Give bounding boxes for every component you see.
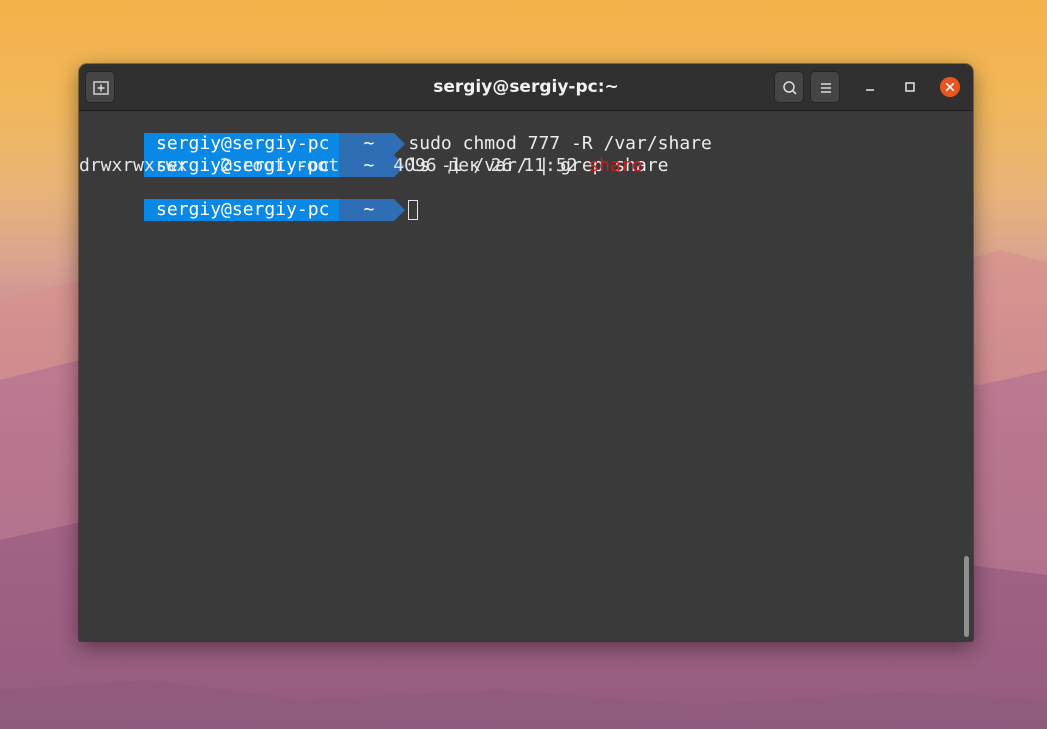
prompt-dir-segment: ~ <box>339 199 406 221</box>
search-icon <box>783 81 797 95</box>
scrollbar[interactable] <box>964 556 969 637</box>
search-button[interactable] <box>774 71 804 103</box>
maximize-icon <box>905 82 915 92</box>
output-text: drwxrwxrwx 2 root root 4096 дек 26 11:52 <box>79 155 589 176</box>
text-cursor <box>408 200 419 220</box>
minimize-button[interactable] <box>858 75 882 99</box>
prompt-line: sergiy@sergiy-pc ~ <box>79 177 961 221</box>
prompt-line: sergiy@sergiy-pc ~ sudo chmod 777 -R /var/… <box>79 111 961 155</box>
output-highlight-match: share <box>588 155 643 176</box>
prompt-user-segment: sergiy@sergiy-pc <box>144 199 351 221</box>
new-tab-icon <box>93 81 109 95</box>
output-line: drwxrwxrwx 2 root root 4096 дек 26 11:52… <box>79 155 961 177</box>
minimize-icon <box>866 89 874 91</box>
hamburger-menu-icon <box>821 83 831 93</box>
menu-button[interactable] <box>810 71 840 103</box>
terminal-output[interactable]: sergiy@sergiy-pc ~ sudo chmod 777 -R /var/… <box>79 111 961 641</box>
new-tab-button[interactable] <box>85 71 115 103</box>
terminal-window[interactable]: sergiy@sergiy-pc:~ sergiy@sergiy-pc ~ su… <box>79 64 973 641</box>
maximize-button[interactable] <box>898 75 922 99</box>
prompt-line: sergiy@sergiy-pc ~ ls -l /var/ | grep shar… <box>79 133 961 177</box>
title-bar[interactable]: sergiy@sergiy-pc:~ <box>79 64 973 111</box>
close-icon <box>940 77 960 97</box>
close-button[interactable] <box>938 75 962 99</box>
